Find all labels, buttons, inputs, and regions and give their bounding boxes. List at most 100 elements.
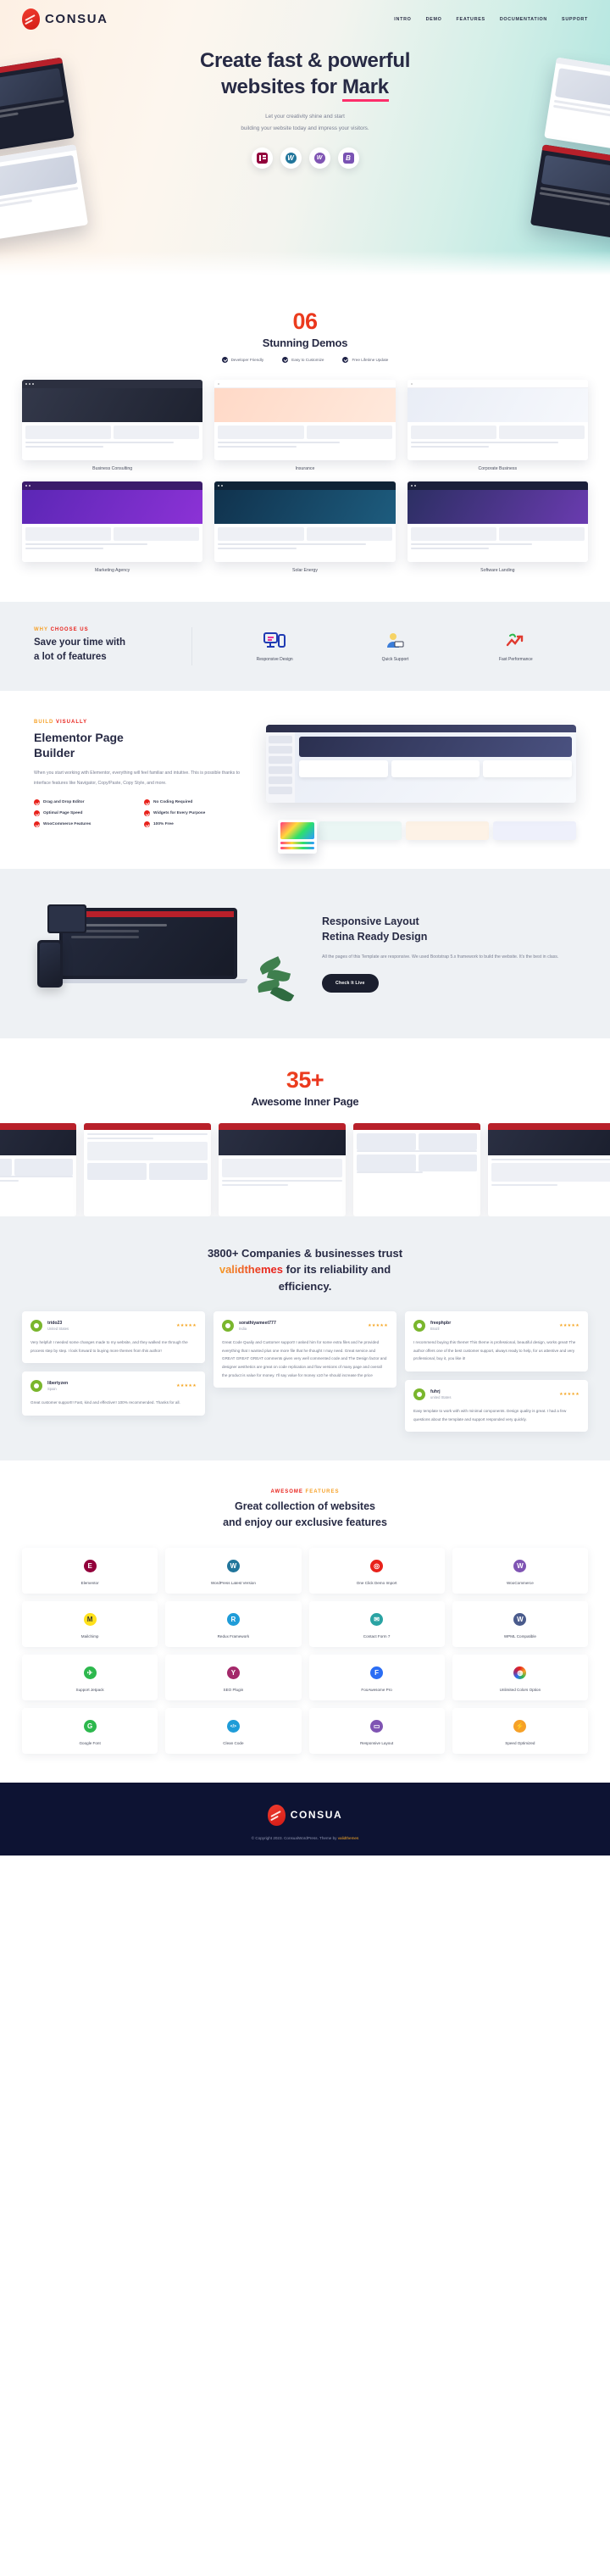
- demo-card-software-landing[interactable]: Software Landing: [407, 481, 588, 573]
- demo-badges: Developer Friendly Easy to Customize Fre…: [22, 357, 588, 363]
- demo-card-solar-energy[interactable]: Solar Energy: [214, 481, 396, 573]
- hero-tech-icons: [0, 147, 610, 170]
- why-item-quick-support[interactable]: Quick Support: [358, 630, 432, 662]
- why-title: Save your time with a lot of features: [34, 636, 169, 665]
- demos-section: 06 Stunning Demos Developer Friendly Eas…: [0, 280, 610, 602]
- feature-card-fontawesome[interactable]: F FooAwesome Pro: [308, 1654, 445, 1700]
- testimonial-card: libertyzen Spain ★★★★★ Great customer su…: [22, 1371, 205, 1416]
- demo-card-insurance[interactable]: Insurance: [214, 380, 396, 471]
- check-icon: [34, 799, 40, 806]
- demo-thumbnail[interactable]: [214, 380, 396, 460]
- nav-item-intro[interactable]: INTRO: [394, 17, 411, 22]
- demo-card-business-consulting[interactable]: Business Consulting: [22, 380, 203, 471]
- rating-stars: ★★★★★: [176, 1323, 197, 1328]
- feature-card-seo[interactable]: Y SEO Plugin: [165, 1654, 302, 1700]
- why-item-responsive-design[interactable]: Responsive Design: [237, 630, 312, 662]
- site-logo[interactable]: CONSUA: [22, 8, 108, 30]
- demo-card-marketing-agency[interactable]: Marketing Agency: [22, 481, 203, 573]
- elementor-title-line2: Builder: [34, 745, 75, 759]
- inner-page-thumb[interactable]: [84, 1122, 211, 1216]
- check-icon: [282, 357, 289, 363]
- check-icon: [34, 821, 40, 828]
- check-it-live-button[interactable]: Check It Live: [322, 974, 379, 993]
- feature-card-elementor[interactable]: E Elementor: [22, 1547, 158, 1594]
- feature-label: WooCommerce: [506, 1580, 534, 1585]
- wordpress-icon[interactable]: [280, 147, 302, 170]
- nav-item-features[interactable]: FEATURES: [457, 17, 485, 22]
- hero-subtitle-line1: Let your creativity shine and start: [265, 114, 345, 120]
- feature-card-woocommerce[interactable]: W WooCommerce: [452, 1547, 588, 1594]
- nav-item-demo[interactable]: DEMO: [426, 17, 442, 22]
- google-font-icon: G: [83, 1720, 97, 1733]
- feature-card-wpml[interactable]: W WPML Compatible: [452, 1600, 588, 1647]
- feature-card-colors[interactable]: ◍ Unlimited Colors Option: [452, 1654, 588, 1700]
- check-icon: [221, 357, 228, 363]
- feature-card-clean-code[interactable]: </> Clean Code: [165, 1707, 302, 1754]
- inner-page-thumb[interactable]: [353, 1122, 480, 1216]
- why-item-label: Fast Performance: [498, 657, 533, 663]
- feature-card-speed-optimized[interactable]: ⚡ Speed Optimized: [452, 1707, 588, 1754]
- feature-card-redux[interactable]: R Redux Framework: [165, 1600, 302, 1647]
- plant-decoration: [256, 952, 300, 1004]
- demo-card-corporate-business[interactable]: Corporate Business: [407, 380, 588, 471]
- check-icon: [144, 821, 150, 828]
- demo-card-label: Marketing Agency: [95, 568, 130, 573]
- feature-label: Redux Framework: [217, 1633, 250, 1639]
- feature-card-jetpack[interactable]: ✈ Support Jetpack: [22, 1654, 158, 1700]
- feature-card-demo-import[interactable]: ◎ One Click Demo Import: [308, 1547, 445, 1594]
- quick-support-icon: [358, 630, 432, 652]
- testimonials-section: 3800+ Companies & businesses trust valid…: [0, 1216, 610, 1461]
- testimonial-author: sorathiyameet777: [239, 1321, 276, 1326]
- demo-thumbnail[interactable]: [214, 481, 396, 562]
- why-item-fast-performance[interactable]: Fast Performance: [479, 630, 553, 662]
- demo-thumbnail[interactable]: [407, 481, 588, 562]
- inner-page-thumb[interactable]: [488, 1122, 610, 1216]
- feature-label: Support Jetpack: [75, 1687, 104, 1692]
- site-footer: CONSUA © Copyright 2023. ConsualWordPres…: [0, 1782, 610, 1855]
- features-title: Great collection of websites and enjoy o…: [22, 1499, 588, 1531]
- elementor-preview: [266, 720, 576, 854]
- nav-item-documentation[interactable]: DOCUMENTATION: [500, 17, 547, 22]
- feature-card-contact-form[interactable]: ✉ Contact Form 7: [308, 1600, 445, 1647]
- demo-thumbnail[interactable]: [407, 380, 588, 460]
- why-item-label: Responsive Design: [256, 657, 293, 663]
- nav-item-support[interactable]: SUPPORT: [562, 17, 588, 22]
- elementor-icon[interactable]: [251, 147, 273, 170]
- demo-thumbnail[interactable]: [22, 481, 203, 562]
- nav-links: INTRO DEMO FEATURES DOCUMENTATION SUPPOR…: [394, 17, 588, 22]
- footer-copyright-brand[interactable]: validthemes: [338, 1836, 359, 1840]
- woocommerce-icon[interactable]: [308, 147, 330, 170]
- testimonials-title-brand: validthemes: [219, 1263, 283, 1276]
- bootstrap-icon[interactable]: [337, 147, 359, 170]
- testimonial-location: Spain: [47, 1387, 57, 1392]
- elementor-template-thumbs: [319, 821, 576, 840]
- wpml-icon: W: [513, 1613, 527, 1627]
- inner-page-thumb[interactable]: [0, 1122, 76, 1216]
- testimonial-author: libertyzen: [47, 1381, 69, 1387]
- footer-logo[interactable]: CONSUA: [0, 1804, 610, 1826]
- footer-brand-name: CONSUA: [290, 1809, 343, 1822]
- feature-label: Contact Form 7: [363, 1633, 391, 1639]
- testimonial-text: Great Code Qualiy and Customer support! …: [222, 1340, 387, 1377]
- demo-count: 06: [22, 309, 588, 335]
- feature-card-wordpress[interactable]: W WordPress Latest Version: [165, 1547, 302, 1594]
- inner-pages-count: 35+: [22, 1067, 588, 1093]
- badge-easy-to-customize: Easy to Customize: [282, 357, 324, 363]
- rating-stars: ★★★★★: [368, 1323, 388, 1328]
- hero-subtitle: Let your creativity shine and start buil…: [0, 111, 610, 134]
- why-choose-heading: WHY CHOOSE US Save your time with a lot …: [34, 627, 169, 665]
- feature-label: Clean Code: [223, 1740, 244, 1745]
- elementor-eyebrow-a: BUILD: [34, 719, 56, 725]
- feature-card-google-font[interactable]: G Google Font: [22, 1707, 158, 1754]
- feature-card-responsive-layout[interactable]: ▭ Responsive Layout: [308, 1707, 445, 1754]
- feature-card-mailchimp[interactable]: M Mailchimp: [22, 1600, 158, 1647]
- inner-page-thumb[interactable]: [219, 1122, 346, 1216]
- demo-thumbnail[interactable]: [22, 380, 203, 460]
- testimonial-author: trido23: [47, 1321, 63, 1326]
- feature-label: FooAwesome Pro: [361, 1687, 392, 1692]
- redux-framework-icon: R: [226, 1613, 240, 1627]
- tablet-mockup: [47, 904, 86, 933]
- testimonial-location: United States: [47, 1327, 69, 1331]
- feature-label: Drag and Drop Editor: [43, 800, 85, 805]
- hero-title-line1: Create fast & powerful: [199, 49, 411, 72]
